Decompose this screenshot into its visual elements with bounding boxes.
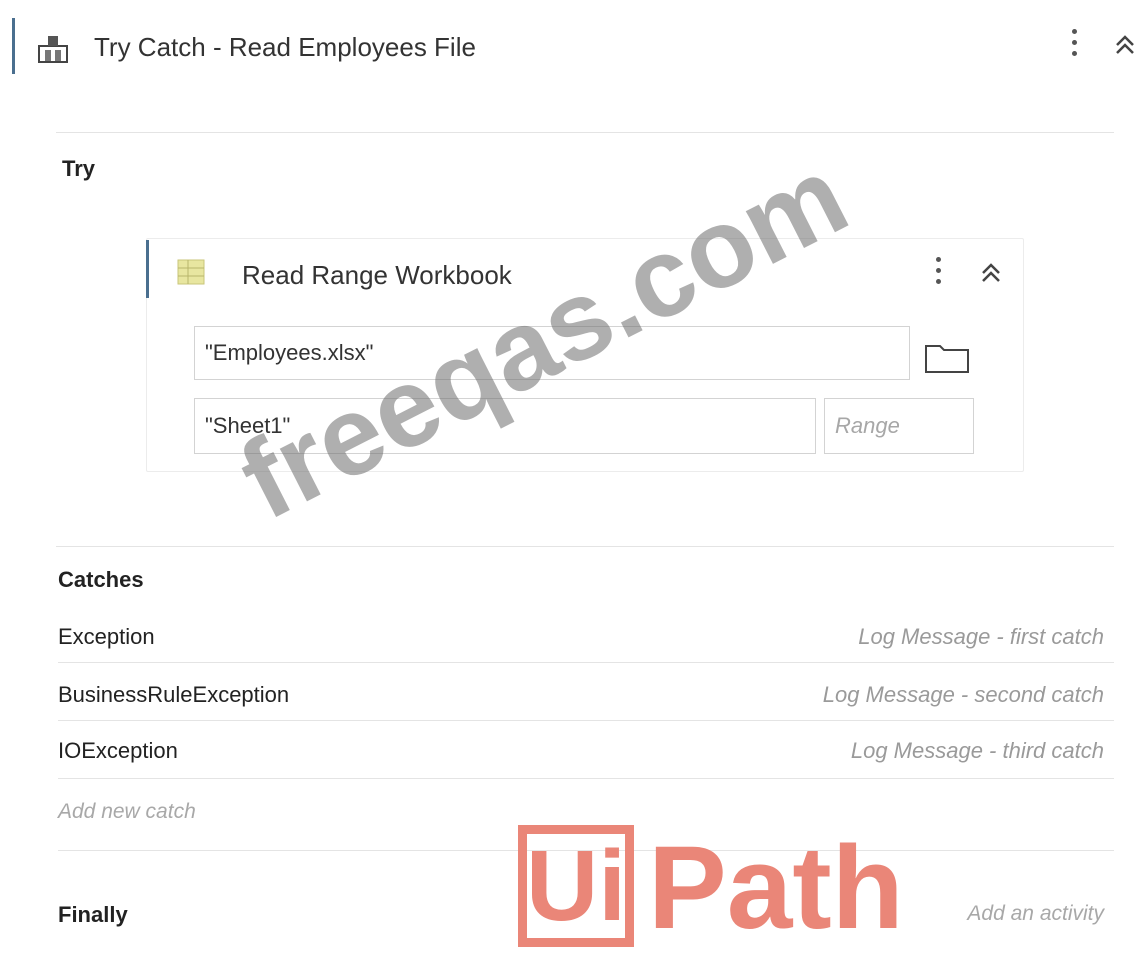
divider: [56, 132, 1114, 133]
page-title: Try Catch - Read Employees File: [94, 32, 476, 62]
divider: [58, 662, 1114, 663]
catches-label: Catches: [58, 567, 144, 592]
more-options-icon[interactable]: [1072, 29, 1078, 62]
add-new-catch-link[interactable]: Add new catch: [58, 800, 196, 824]
activity-collapse-icon[interactable]: [978, 260, 1004, 291]
folder-icon[interactable]: [924, 340, 972, 376]
catch-type-ioexception[interactable]: IOException: [58, 738, 178, 764]
try-catch-icon: [36, 32, 70, 66]
divider: [58, 720, 1114, 721]
activity-more-options-icon[interactable]: [936, 257, 942, 290]
add-activity-link[interactable]: Add an activity: [967, 902, 1104, 926]
excel-workbook-icon: [176, 258, 206, 286]
catch-action-first[interactable]: Log Message - first catch: [858, 624, 1104, 650]
finally-label: Finally: [58, 902, 128, 927]
range-input[interactable]: Range: [824, 398, 974, 454]
catch-action-second[interactable]: Log Message - second catch: [823, 682, 1104, 708]
catch-action-third[interactable]: Log Message - third catch: [851, 738, 1104, 764]
divider: [58, 778, 1114, 779]
uipath-logo: Ui Path: [518, 806, 904, 947]
collapse-icon[interactable]: [1112, 32, 1138, 62]
logo-ui-box: Ui: [518, 825, 634, 947]
activity-title: Read Range Workbook: [242, 260, 512, 290]
activity-accent-bar: [146, 240, 149, 298]
catch-type-businessruleexception[interactable]: BusinessRuleException: [58, 682, 289, 708]
divider: [56, 546, 1114, 547]
try-label: Try: [62, 156, 96, 181]
catch-type-exception[interactable]: Exception: [58, 624, 155, 650]
logo-path-text: Path: [648, 822, 904, 954]
logo-ui-text: Ui: [526, 830, 626, 942]
header-accent-bar: [12, 18, 15, 74]
